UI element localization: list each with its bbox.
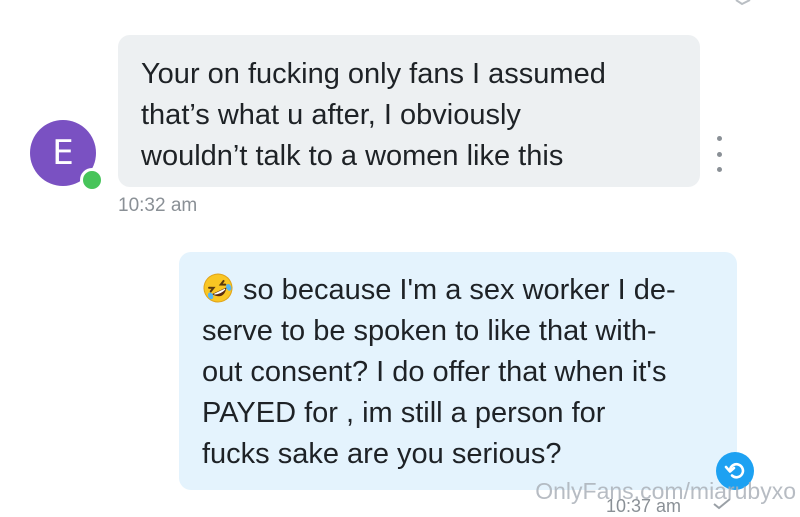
outgoing-message-bubble[interactable]: so because I'm a sex worker I de- serve …: [179, 252, 737, 490]
message-text-line: fucks sake are you serious?: [202, 438, 562, 470]
rolling-on-floor-laughing-emoji-icon: [203, 273, 233, 303]
online-status-dot: [80, 168, 104, 192]
more-options-icon[interactable]: [712, 136, 726, 172]
message-text-line: out consent? I do offer that when it's: [202, 356, 667, 388]
message-text-line: Your on fucking only fans I assumed: [141, 58, 606, 90]
tick-fragment-icon: [735, 0, 751, 6]
incoming-timestamp: 10:32 am: [118, 195, 198, 216]
message-text-line: so because I'm a sex worker I de-: [202, 270, 727, 311]
message-text: so because I'm a sex worker I de-: [243, 274, 676, 306]
message-text-line: PAYED for , im still a person for: [202, 397, 606, 429]
incoming-message-bubble[interactable]: Your on fucking only fans I assumed that…: [118, 35, 700, 187]
avatar-letter: E: [52, 133, 74, 173]
message-text-line: that’s what u after, I obviously: [141, 99, 521, 131]
watermark: OnlyFans.com/miarubyxo: [535, 478, 796, 504]
message-text-line: serve to be spoken to like that with-: [202, 315, 657, 347]
message-text-line: wouldn’t talk to a women like this: [141, 140, 564, 172]
